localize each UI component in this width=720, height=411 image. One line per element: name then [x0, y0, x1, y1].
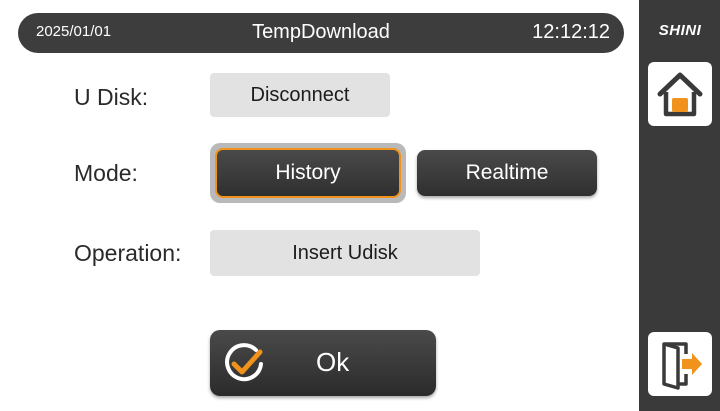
header-time: 12:12:12	[532, 21, 610, 43]
mode-label: Mode:	[74, 160, 138, 186]
brand-logo: SHINI	[658, 22, 702, 39]
check-circle-icon	[222, 342, 266, 390]
sidebar: SHINI	[639, 0, 720, 411]
exit-button[interactable]	[648, 332, 712, 396]
operation-insert-udisk-button[interactable]: Insert Udisk	[210, 230, 480, 276]
home-button[interactable]	[648, 62, 712, 126]
mode-realtime-button[interactable]: Realtime	[417, 150, 597, 196]
mode-history-button[interactable]: History	[215, 148, 401, 198]
temp-download-screen: 2025/01/01 TempDownload 12:12:12 SHINI U…	[0, 0, 720, 411]
header-bar: 2025/01/01 TempDownload 12:12:12	[18, 13, 624, 53]
ok-button[interactable]: Ok	[210, 330, 436, 396]
ok-button-label: Ok	[316, 347, 350, 377]
udisk-status: Disconnect	[210, 73, 390, 117]
operation-label: Operation:	[74, 240, 182, 266]
udisk-label: U Disk:	[74, 84, 149, 110]
mode-history-frame: History	[210, 143, 406, 203]
